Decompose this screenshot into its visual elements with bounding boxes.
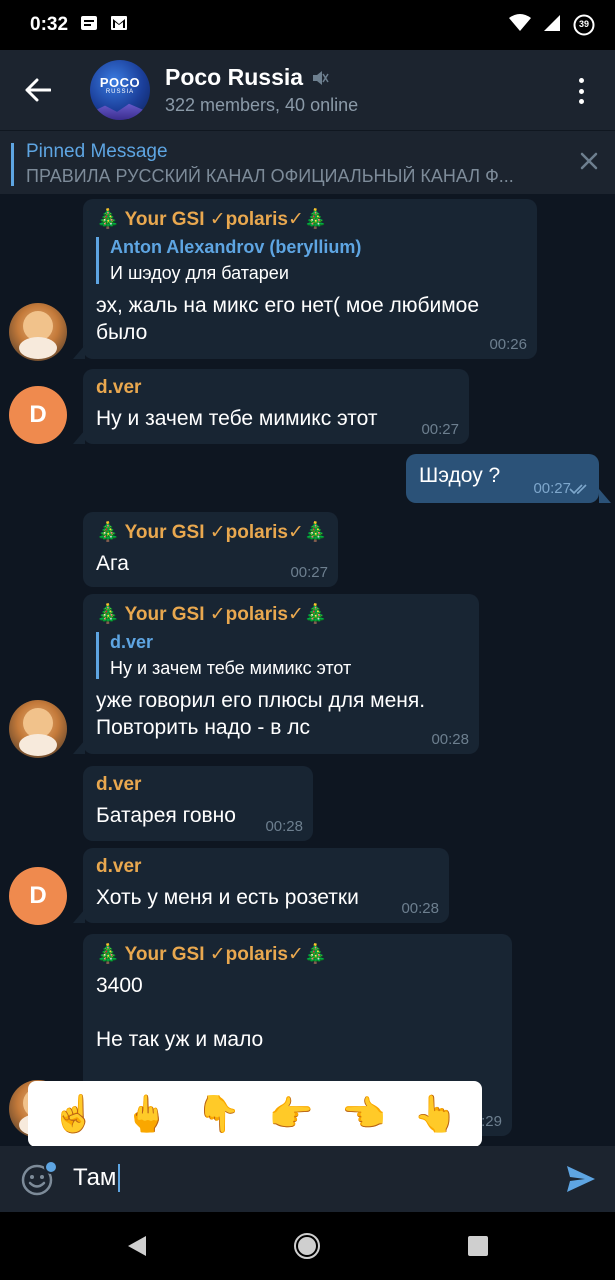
message-time: 00:28 [401, 900, 439, 917]
message-sender[interactable]: 🎄 Your GSI ✓polaris✓🎄 [96, 520, 328, 544]
emoji-suggestion[interactable]: 🖕 [124, 1094, 169, 1134]
chat-subtitle: 322 members, 40 online [165, 95, 359, 115]
pinned-message[interactable]: Pinned Message ПРАВИЛА РУССКИЙ КАНАЛ ОФИ… [0, 130, 615, 194]
avatar-logo-subtext: RUSSIA [105, 89, 135, 95]
reply-author: d.ver [110, 632, 154, 652]
message-bubble[interactable]: 🎄 Your GSI ✓polaris✓🎄 Ага 00:27 [83, 512, 338, 587]
emoji-suggestion[interactable]: ☝️ [52, 1094, 97, 1134]
message-bubble[interactable]: d.ver Батарея говно 00:28 [83, 766, 313, 841]
message-time: 00:26 [489, 336, 527, 353]
message-bubble[interactable]: d.ver Хоть у меня и есть розетки 00:28 [83, 848, 449, 923]
status-time: 0:32 [30, 14, 69, 35]
gmail-icon [110, 15, 128, 36]
close-icon[interactable] [577, 149, 601, 173]
message-time: 00:28 [431, 731, 469, 748]
avatar-letter: D [29, 882, 47, 909]
message-input[interactable]: Там [73, 1164, 121, 1192]
message-sender[interactable]: d.ver [96, 377, 457, 399]
notification-dot [44, 1160, 58, 1174]
message-sender[interactable]: d.ver [96, 774, 301, 796]
text-caret [118, 1164, 121, 1192]
emoji-suggestion[interactable]: 👆 [413, 1094, 458, 1134]
nav-back-icon[interactable] [124, 1232, 152, 1260]
chat-header: POCO RUSSIA Poco Russia 322 members, 40 … [0, 50, 615, 130]
message-sender[interactable]: 🎄 Your GSI ✓polaris✓🎄 [96, 942, 500, 966]
back-button[interactable] [0, 50, 76, 130]
battery-level: 39 [578, 19, 589, 29]
user-avatar[interactable]: D [9, 386, 67, 444]
muted-speaker-icon [313, 70, 329, 85]
message-input-text: Там [73, 1164, 117, 1191]
nav-recents-icon[interactable] [464, 1232, 492, 1260]
battery-icon: 39 [573, 14, 595, 36]
chat-title-block[interactable]: Poco Russia 322 members, 40 online [165, 64, 358, 116]
status-bar: 0:32 39 [0, 0, 615, 50]
message-text: Хоть у меня и есть розетки [96, 886, 359, 909]
message-text: уже говорил его плюсы для меня. Повторит… [96, 689, 426, 739]
message-time: 00:28 [265, 818, 303, 835]
reply-author: Anton Alexandrov (beryllium) [110, 237, 362, 257]
pinned-title: Pinned Message [26, 141, 168, 162]
message-text: эх, жаль на микс его нет( мое любимое бы… [96, 294, 480, 344]
reply-quote[interactable]: Anton Alexandrov (beryllium) И шэдоу для… [96, 237, 525, 284]
chat-title: Poco Russia [165, 64, 304, 90]
user-avatar[interactable] [9, 303, 67, 361]
arrow-left-icon [25, 78, 51, 102]
wifi-icon [509, 13, 531, 37]
message-input-bar: Там [0, 1146, 615, 1212]
avatar-logo-text: POCO [99, 75, 141, 90]
emoji-suggestion[interactable]: 👈 [341, 1094, 386, 1134]
message-bubble-outgoing[interactable]: Шэдоу ? 00:27 [406, 454, 599, 503]
message-text: Ну и зачем тебе мимикс этот [96, 407, 378, 430]
message-bubble[interactable]: d.ver Ну и зачем тебе мимикс этот 00:27 [83, 369, 469, 444]
message-time: 00:27 [533, 480, 571, 497]
reply-quote[interactable]: d.ver Ну и зачем тебе мимикс этот [96, 632, 467, 679]
chat-avatar[interactable]: POCO RUSSIA [90, 60, 150, 120]
user-avatar[interactable]: D [9, 867, 67, 925]
message-bubble[interactable]: 🎄 Your GSI ✓polaris✓🎄 Anton Alexandrov (… [83, 199, 537, 359]
notification-icon [80, 15, 98, 36]
emoji-suggestion[interactable]: 👉 [269, 1094, 314, 1134]
message-sender[interactable]: 🎄 Your GSI ✓polaris✓🎄 [96, 207, 525, 231]
more-vert-icon[interactable] [569, 78, 593, 104]
message-sender[interactable]: 🎄 Your GSI ✓polaris✓🎄 [96, 602, 467, 626]
pinned-text: ПРАВИЛА РУССКИЙ КАНАЛ ОФИЦИАЛЬНЫЙ КАНАЛ … [26, 166, 514, 186]
signal-icon [543, 14, 561, 37]
emoji-suggestion[interactable]: 👇 [196, 1094, 241, 1134]
message-sender[interactable]: d.ver [96, 856, 437, 878]
message-time: 00:27 [421, 421, 459, 438]
send-icon[interactable] [565, 1163, 597, 1195]
reply-text: И шэдоу для батареи [110, 263, 289, 283]
nav-home-icon[interactable] [293, 1232, 321, 1260]
avatar-letter: D [29, 401, 47, 428]
user-avatar[interactable] [9, 700, 67, 758]
message-time: 00:27 [290, 564, 328, 581]
message-bubble[interactable]: 🎄 Your GSI ✓polaris✓🎄 d.ver Ну и зачем т… [83, 594, 479, 754]
emoji-suggestions: ☝️ 🖕 👇 👉 👈 👆 [28, 1081, 482, 1157]
double-check-icon [569, 484, 587, 495]
reply-text: Ну и зачем тебе мимикс этот [110, 658, 352, 678]
system-nav-bar [0, 1212, 615, 1280]
